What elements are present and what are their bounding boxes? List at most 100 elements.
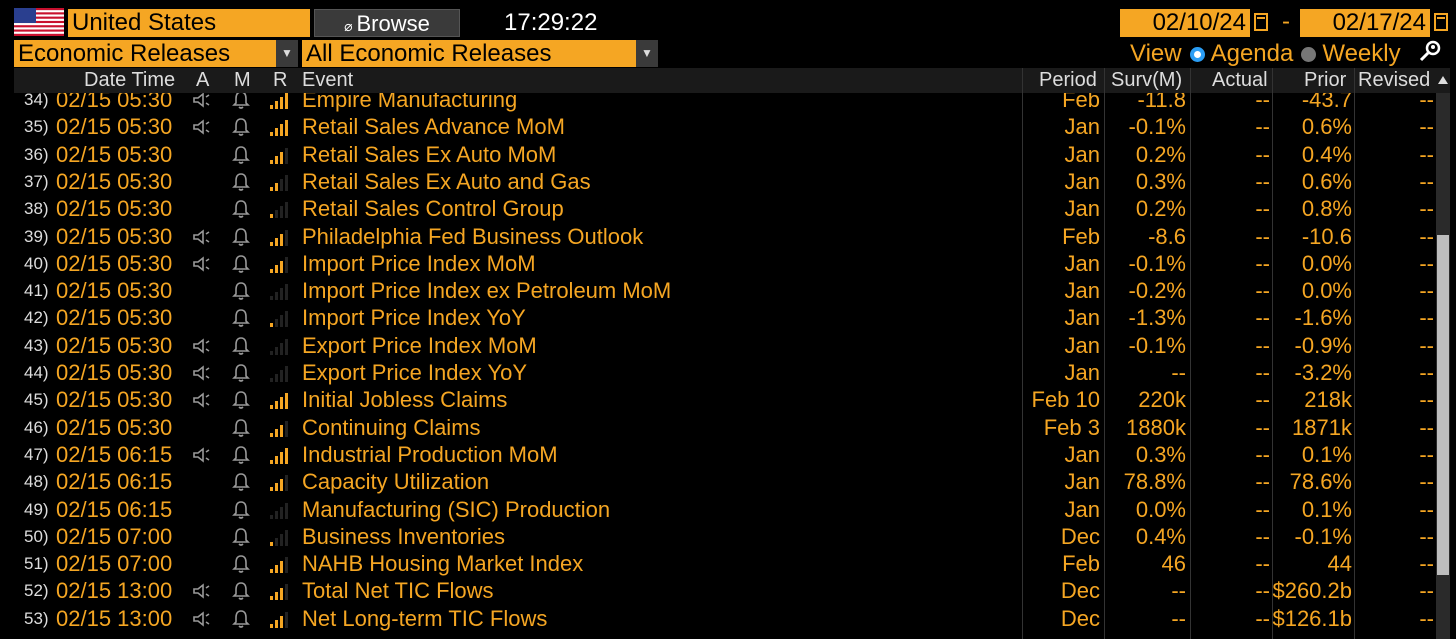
search-people-icon[interactable] [1418, 38, 1444, 64]
bell-icon[interactable] [232, 308, 254, 328]
col-actual[interactable]: Actual [1212, 68, 1268, 93]
speaker-alert-icon[interactable] [192, 255, 214, 273]
calendar-icon[interactable] [1254, 13, 1268, 31]
table-row[interactable]: 43) 02/15 05:30 Export Price Index MoM Jan -… [14, 332, 1436, 359]
row-event[interactable]: Retail Sales Advance MoM [302, 113, 565, 140]
row-event[interactable]: Empire Manufacturing [302, 93, 517, 113]
row-event[interactable]: Import Price Index YoY [302, 304, 526, 331]
speaker-alert-icon[interactable] [192, 364, 214, 382]
speaker-alert-icon[interactable] [192, 610, 214, 628]
row-event[interactable]: Continuing Claims [302, 414, 481, 441]
row-event[interactable]: Business Inventories [302, 523, 505, 550]
view-option-agenda[interactable]: Agenda [1211, 40, 1294, 67]
speaker-alert-icon[interactable] [192, 93, 214, 109]
row-event[interactable]: Philadelphia Fed Business Outlook [302, 223, 643, 250]
calendar-icon[interactable] [1434, 13, 1448, 31]
table-row[interactable]: 53) 02/15 13:00 Net Long-term TIC Flows Dec… [14, 605, 1436, 632]
release-type-select[interactable]: Economic Releases ▼ [14, 40, 298, 67]
bell-icon[interactable] [232, 500, 254, 520]
table-row[interactable]: 45) 02/15 05:30 Initial Jobless Claims Feb … [14, 386, 1436, 413]
row-event[interactable]: Industrial Production MoM [302, 441, 558, 468]
end-date-field[interactable]: 02/17/24 [1300, 9, 1430, 37]
col-prior[interactable]: Prior [1304, 68, 1346, 93]
table-row[interactable]: 38) 02/15 05:30 Retail Sales Control Group… [14, 195, 1436, 222]
bell-icon[interactable] [232, 554, 254, 574]
col-datetime[interactable]: Date Time [84, 68, 175, 93]
bell-icon[interactable] [232, 93, 254, 110]
bell-icon[interactable] [232, 527, 254, 547]
speaker-alert-icon[interactable] [192, 118, 214, 136]
row-event[interactable]: Manufacturing (SIC) Production [302, 496, 610, 523]
radio-weekly[interactable] [1301, 47, 1317, 62]
row-event[interactable]: Capacity Utilization [302, 468, 489, 495]
speaker-alert-icon[interactable] [192, 337, 214, 355]
us-flag-icon[interactable] [14, 8, 64, 36]
row-event[interactable]: Total Net TIC Flows [302, 577, 494, 604]
col-revised[interactable]: Revised [1358, 68, 1430, 93]
col-survey[interactable]: Surv(M) [1111, 68, 1182, 93]
table-row[interactable]: 50) 02/15 07:00 Business Inventories Dec 0.4… [14, 523, 1436, 550]
row-event[interactable]: Initial Jobless Claims [302, 386, 507, 413]
sort-up-icon[interactable] [1438, 76, 1448, 84]
col-alert[interactable]: A [196, 68, 209, 93]
chevron-down-icon[interactable]: ▼ [636, 40, 658, 67]
row-event[interactable]: Retail Sales Control Group [302, 195, 564, 222]
table-row[interactable]: 44) 02/15 05:30 Export Price Index YoY Jan -… [14, 359, 1436, 386]
col-monitor[interactable]: M [234, 68, 251, 93]
row-survey: -0.1% [1128, 250, 1186, 276]
bell-icon[interactable] [232, 281, 254, 301]
table-row[interactable]: 47) 02/15 06:15 Industrial Production MoM J… [14, 441, 1436, 468]
bell-icon[interactable] [232, 609, 254, 629]
table-row[interactable]: 37) 02/15 05:30 Retail Sales Ex Auto and G… [14, 168, 1436, 195]
col-relevance[interactable]: R [273, 68, 287, 93]
table-row[interactable]: 49) 02/15 06:15 Manufacturing (SIC) Produc… [14, 496, 1436, 523]
row-event[interactable]: Import Price Index MoM [302, 250, 536, 277]
table-row[interactable]: 52) 02/15 13:00 Total Net TIC Flows Dec -- --… [14, 577, 1436, 604]
bell-icon[interactable] [232, 117, 254, 137]
table-row[interactable]: 41) 02/15 05:30 Import Price Index ex Petr… [14, 277, 1436, 304]
release-filter-select[interactable]: All Economic Releases ▼ [302, 40, 658, 67]
col-period[interactable]: Period [1039, 68, 1097, 93]
bell-icon[interactable] [232, 581, 254, 601]
country-field[interactable]: United States [68, 9, 310, 37]
bell-icon[interactable] [232, 172, 254, 192]
speaker-alert-icon[interactable] [192, 446, 214, 464]
table-row[interactable]: 48) 02/15 06:15 Capacity Utilization Jan 78.… [14, 468, 1436, 495]
row-event[interactable]: Retail Sales Ex Auto and Gas [302, 168, 591, 195]
speaker-alert-icon[interactable] [192, 228, 214, 246]
row-event[interactable]: Export Price Index MoM [302, 332, 537, 359]
table-row[interactable]: 42) 02/15 05:30 Import Price Index YoY Jan -… [14, 304, 1436, 331]
bell-icon[interactable] [232, 145, 254, 165]
browse-button[interactable]: ⌀ Browse [314, 9, 460, 37]
table-row[interactable]: 36) 02/15 05:30 Retail Sales Ex Auto MoM Ja… [14, 141, 1436, 168]
bell-icon[interactable] [232, 336, 254, 356]
table-row[interactable]: 39) 02/15 05:30 Philadelphia Fed Business … [14, 223, 1436, 250]
row-event[interactable]: Retail Sales Ex Auto MoM [302, 141, 556, 168]
speaker-alert-icon[interactable] [192, 391, 214, 409]
bell-icon[interactable] [232, 199, 254, 219]
row-event[interactable]: Net Long-term TIC Flows [302, 605, 547, 632]
col-event[interactable]: Event [302, 68, 353, 93]
radio-agenda[interactable] [1189, 47, 1205, 62]
table-row[interactable]: 40) 02/15 05:30 Import Price Index MoM Jan -… [14, 250, 1436, 277]
scrollbar[interactable] [1436, 93, 1450, 639]
row-event[interactable]: Export Price Index YoY [302, 359, 527, 386]
table-row[interactable]: 46) 02/15 05:30 Continuing Claims Feb 3 1880… [14, 414, 1436, 441]
bell-icon[interactable] [232, 418, 254, 438]
bell-icon[interactable] [232, 363, 254, 383]
row-event[interactable]: Import Price Index ex Petroleum MoM [302, 277, 671, 304]
bell-icon[interactable] [232, 227, 254, 247]
row-event[interactable]: NAHB Housing Market Index [302, 550, 583, 577]
table-row[interactable]: 51) 02/15 07:00 NAHB Housing Market Index F… [14, 550, 1436, 577]
bell-icon[interactable] [232, 254, 254, 274]
start-date-field[interactable]: 02/10/24 [1120, 9, 1250, 37]
table-row[interactable]: 34) 02/15 05:30 Empire Manufacturing Feb -11… [14, 93, 1436, 113]
speaker-alert-icon[interactable] [192, 582, 214, 600]
chevron-down-icon[interactable]: ▼ [276, 40, 298, 67]
bell-icon[interactable] [232, 390, 254, 410]
scrollbar-thumb[interactable] [1437, 235, 1449, 575]
bell-icon[interactable] [232, 445, 254, 465]
bell-icon[interactable] [232, 472, 254, 492]
table-row[interactable]: 35) 02/15 05:30 Retail Sales Advance MoM Ja… [14, 113, 1436, 140]
view-option-weekly[interactable]: Weekly [1322, 40, 1400, 67]
